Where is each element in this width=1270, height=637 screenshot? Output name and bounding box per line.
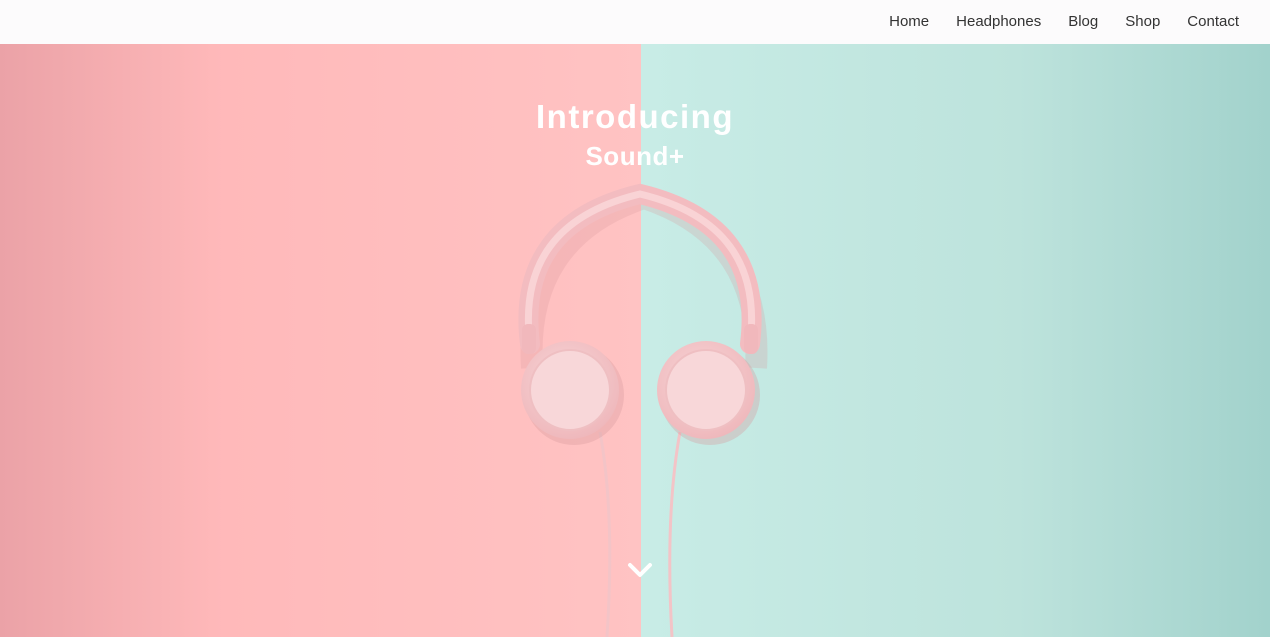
nav-link-blog[interactable]: Blog	[1068, 13, 1098, 30]
nav-item-blog: Blog	[1068, 13, 1098, 31]
hero-section: Introducing Sound+	[0, 44, 1270, 637]
page: Home Headphones Blog Shop Contact Introd…	[0, 0, 1270, 637]
nav-link-home[interactable]: Home	[889, 13, 929, 30]
nav-item-contact: Contact	[1187, 13, 1239, 31]
nav-link-contact[interactable]: Contact	[1187, 13, 1239, 30]
nav-item-home: Home	[889, 13, 929, 31]
hero-title: Introducing Sound+	[0, 98, 1270, 176]
nav-link-headphones[interactable]: Headphones	[956, 13, 1041, 30]
top-navbar: Home Headphones Blog Shop Contact	[0, 0, 1270, 44]
nav-link-shop[interactable]: Shop	[1125, 13, 1160, 30]
nav-menu: Home Headphones Blog Shop Contact	[889, 0, 1239, 44]
scroll-down-button[interactable]	[626, 559, 654, 581]
nav-item-headphones: Headphones	[956, 13, 1041, 31]
chevron-down-icon	[628, 563, 652, 577]
hero-title-line1: Introducing	[536, 98, 734, 136]
nav-item-shop: Shop	[1125, 13, 1160, 31]
hero-title-line2: Sound+	[585, 141, 685, 172]
